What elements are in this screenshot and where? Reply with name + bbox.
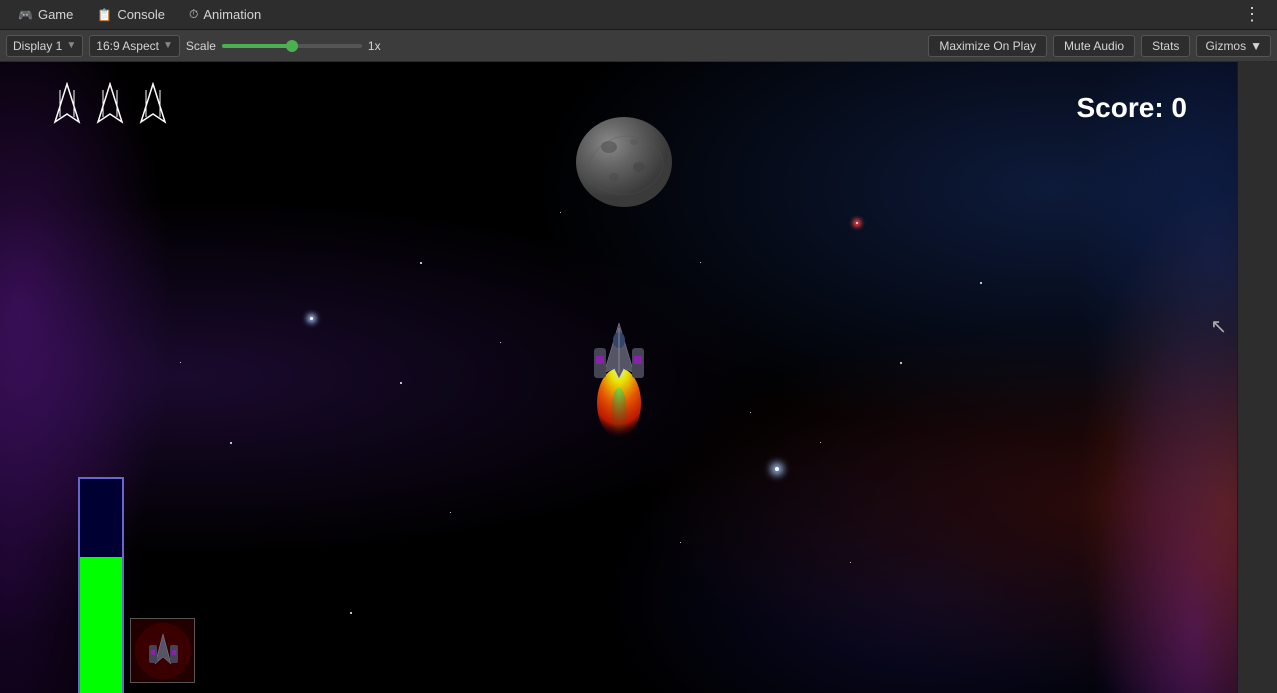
- lives-display: [50, 82, 171, 127]
- star: [310, 317, 313, 320]
- star: [856, 222, 858, 224]
- stats-label: Stats: [1152, 39, 1179, 53]
- star: [230, 442, 232, 444]
- asteroid: [569, 112, 679, 212]
- star: [850, 562, 851, 563]
- score-display: Score: 0: [1077, 92, 1188, 124]
- star: [775, 467, 779, 471]
- scale-label: Scale: [186, 39, 216, 53]
- scale-slider[interactable]: [222, 44, 362, 48]
- life-ship-1: [50, 82, 85, 127]
- aspect-arrow: ▼: [163, 40, 173, 51]
- menu-animation-label: Animation: [203, 7, 261, 22]
- spaceship: [579, 318, 659, 438]
- mute-button[interactable]: Mute Audio: [1053, 35, 1135, 57]
- star: [350, 612, 352, 614]
- health-bar-fill: [80, 557, 122, 693]
- right-sidebar: [1237, 62, 1277, 693]
- gizmos-arrow: ▼: [1250, 39, 1262, 53]
- star: [450, 512, 451, 513]
- main-area: Score: 0: [0, 62, 1277, 693]
- maximize-button[interactable]: Maximize On Play: [928, 35, 1047, 57]
- star: [980, 282, 982, 284]
- game-viewport[interactable]: Score: 0: [0, 62, 1237, 693]
- gizmos-label: Gizmos: [1205, 39, 1246, 53]
- aspect-select[interactable]: 16:9 Aspect ▼: [89, 35, 180, 57]
- health-bar-container: [78, 477, 124, 693]
- animation-icon: ⏱: [189, 7, 198, 22]
- menu-bar-right: ⋮: [1235, 4, 1269, 25]
- aspect-label: 16:9 Aspect: [96, 39, 159, 53]
- game-icon: 🎮: [18, 8, 33, 22]
- maximize-label: Maximize On Play: [939, 39, 1036, 53]
- gizmos-button[interactable]: Gizmos ▼: [1196, 35, 1271, 57]
- scale-value: 1x: [368, 39, 381, 53]
- life-ship-3: [136, 82, 171, 127]
- toolbar: Display 1 ▼ 16:9 Aspect ▼ Scale 1x Maxim…: [0, 30, 1277, 62]
- scale-group: Scale 1x: [186, 39, 381, 53]
- star: [420, 262, 422, 264]
- menu-bar: 🎮 Game 📋 Console ⏱ Animation ⋮: [0, 0, 1277, 30]
- menu-animation[interactable]: ⏱ Animation: [179, 3, 271, 26]
- star: [700, 262, 701, 263]
- display-select[interactable]: Display 1 ▼: [6, 35, 83, 57]
- mute-label: Mute Audio: [1064, 39, 1124, 53]
- display-arrow: ▼: [66, 40, 76, 51]
- menu-game-label: Game: [38, 7, 73, 22]
- star: [680, 542, 681, 543]
- display-label: Display 1: [13, 39, 62, 53]
- thumbnail-preview: [130, 618, 195, 683]
- star: [900, 362, 902, 364]
- star: [560, 212, 561, 213]
- more-options-icon[interactable]: ⋮: [1235, 4, 1269, 25]
- menu-console[interactable]: 📋 Console: [87, 3, 175, 26]
- star: [750, 412, 751, 413]
- nebula-right: [1017, 62, 1237, 693]
- star: [180, 362, 181, 363]
- menu-console-label: Console: [117, 7, 165, 22]
- stats-button[interactable]: Stats: [1141, 35, 1190, 57]
- star: [820, 442, 821, 443]
- life-ship-2: [93, 82, 128, 127]
- console-icon: 📋: [97, 8, 112, 22]
- star: [500, 342, 501, 343]
- menu-game[interactable]: 🎮 Game: [8, 3, 83, 26]
- star: [400, 382, 402, 384]
